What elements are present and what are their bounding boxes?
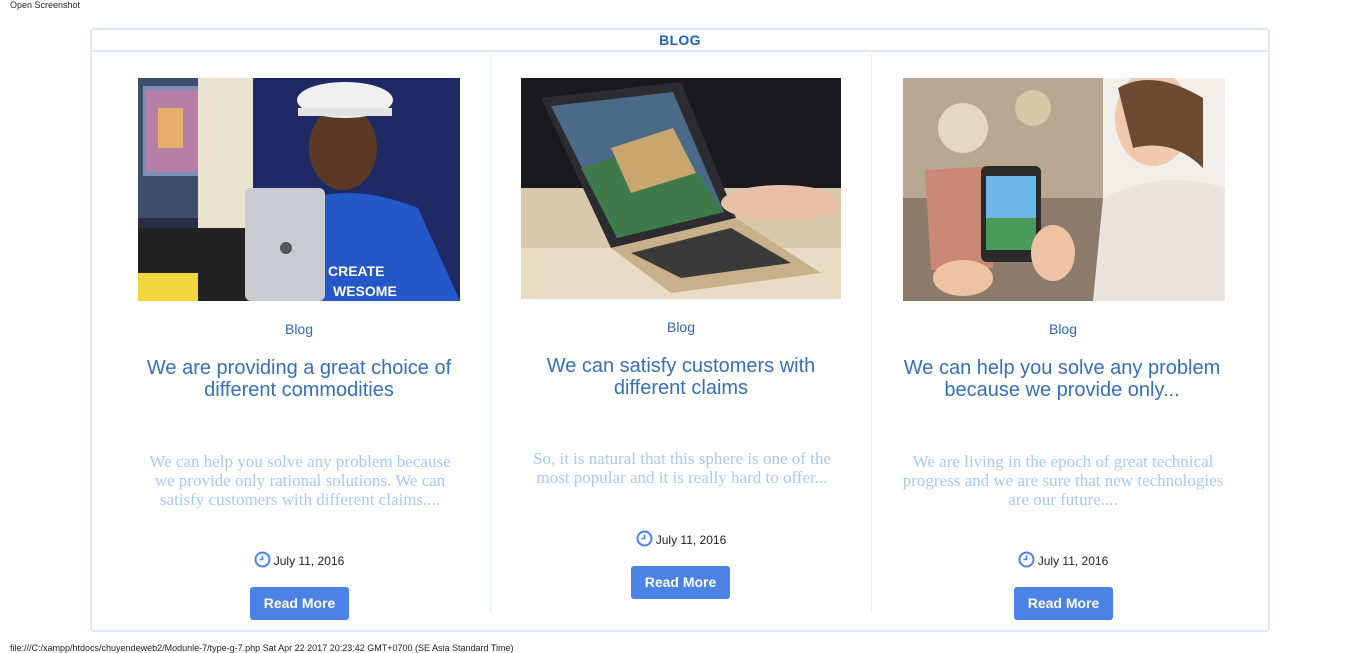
blog-card: Blog We can satisfy customers with diffe… xyxy=(490,54,871,612)
read-more-button[interactable]: Read More xyxy=(631,566,730,599)
clock-icon xyxy=(636,530,653,547)
svg-text:CREATE: CREATE xyxy=(328,263,385,279)
footer-url: file:///C:/xampp/htdocs/chuyendeweb2/Mod… xyxy=(10,643,514,653)
read-more-button[interactable]: Read More xyxy=(250,587,349,620)
post-image[interactable]: CREATE WESOME xyxy=(138,78,460,301)
svg-text:WESOME: WESOME xyxy=(333,283,397,299)
blog-panel: BLOG CREATE WESOME Blog We are providing… xyxy=(90,28,1270,632)
screenshot-caption: Open Screenshot xyxy=(10,0,81,10)
blog-card: Blog We can help you solve any problem b… xyxy=(871,54,1254,620)
section-title: BLOG xyxy=(92,30,1268,52)
post-category[interactable]: Blog xyxy=(491,319,871,335)
post-title[interactable]: We can help you solve any problem becaus… xyxy=(902,357,1222,401)
post-image[interactable] xyxy=(903,78,1225,301)
post-image[interactable] xyxy=(521,78,841,299)
post-excerpt: We can help you solve any problem becaus… xyxy=(149,452,451,509)
clock-icon xyxy=(254,551,271,568)
clock-icon xyxy=(1018,551,1035,568)
blog-card: CREATE WESOME Blog We are providing a gr… xyxy=(109,54,489,620)
post-date-row: July 11, 2016 xyxy=(491,530,871,547)
post-excerpt: We are living in the epoch of great tech… xyxy=(902,452,1224,509)
post-excerpt: So, it is natural that this sphere is on… xyxy=(533,449,831,487)
post-date-row: July 11, 2016 xyxy=(872,551,1254,568)
post-title[interactable]: We can satisfy customers with different … xyxy=(521,355,841,399)
post-category[interactable]: Blog xyxy=(109,321,489,337)
post-title[interactable]: We are providing a great choice of diffe… xyxy=(139,357,459,401)
read-more-button[interactable]: Read More xyxy=(1014,587,1113,620)
post-date-row: July 11, 2016 xyxy=(109,551,489,568)
post-category[interactable]: Blog xyxy=(872,321,1254,337)
post-date: July 11, 2016 xyxy=(273,554,345,568)
post-date: July 11, 2016 xyxy=(655,533,727,547)
post-date: July 11, 2016 xyxy=(1037,554,1109,568)
